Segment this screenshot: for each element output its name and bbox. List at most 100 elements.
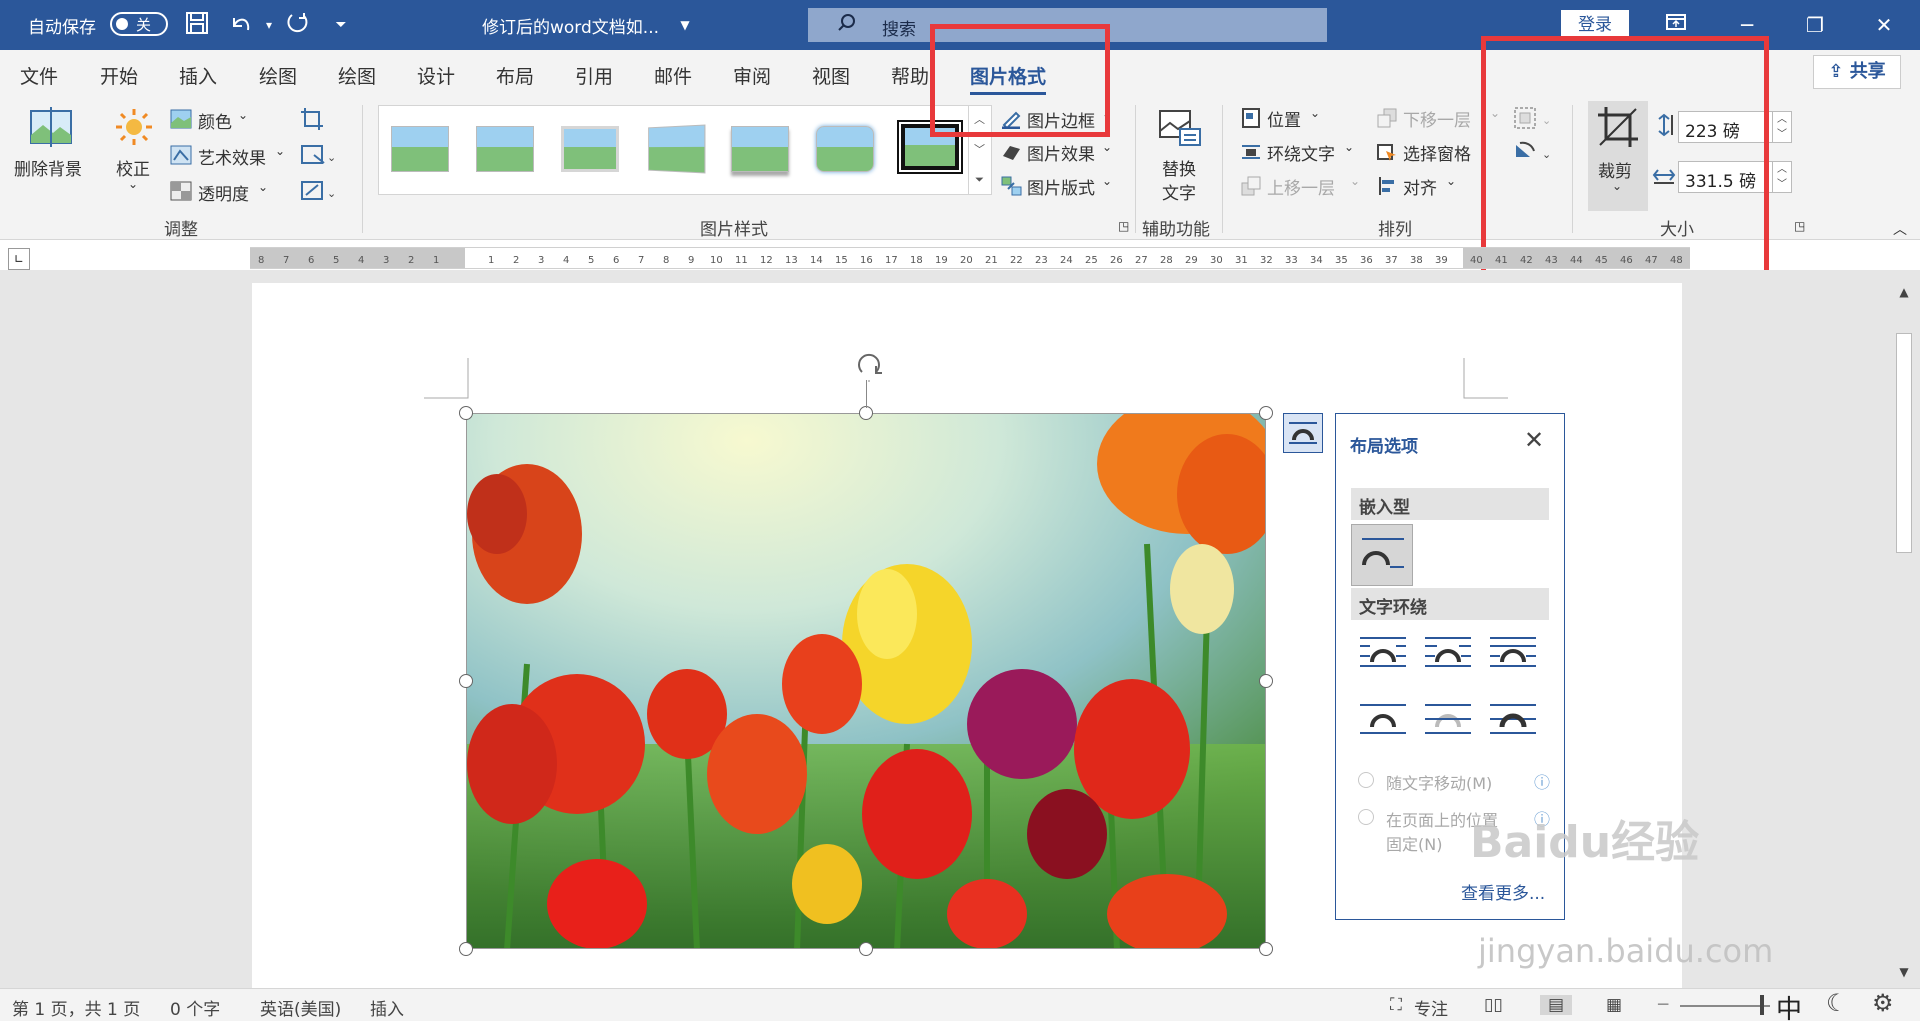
resize-handle-top-left[interactable] xyxy=(459,406,473,420)
gallery-down-icon[interactable]: ﹀ xyxy=(969,135,990,165)
remove-background-icon[interactable] xyxy=(28,105,74,151)
close-icon[interactable]: ✕ xyxy=(1524,426,1544,454)
autosave-toggle[interactable]: 关 xyxy=(110,12,168,36)
layout-dropdown-icon[interactable]: ⌄ xyxy=(1102,174,1112,188)
style-thumb-4[interactable] xyxy=(648,124,706,174)
collapse-ribbon-icon[interactable]: ︿ xyxy=(1893,219,1907,239)
tab-view[interactable]: 视图 xyxy=(812,62,850,89)
scroll-thumb[interactable] xyxy=(1896,333,1912,553)
style-thumb-2[interactable] xyxy=(476,126,534,172)
color-button[interactable]: 颜色 xyxy=(198,108,232,133)
corrections-dropdown-icon[interactable]: ⌄ xyxy=(128,177,138,191)
send-backward-button[interactable]: 下移一层 xyxy=(1403,106,1471,131)
resize-handle-bottom[interactable] xyxy=(859,942,873,956)
bring-forward-dropdown-icon[interactable]: ⌄ xyxy=(1350,174,1360,188)
scroll-up-icon[interactable]: ▲ xyxy=(1896,285,1912,305)
focus-label[interactable]: 专注 xyxy=(1414,995,1448,1020)
remove-background-label[interactable]: 删除背景 xyxy=(14,155,82,180)
customize-toolbar-icon[interactable]: ⏷ xyxy=(326,10,356,40)
fix-position-radio[interactable] xyxy=(1358,809,1374,825)
undo-icon[interactable] xyxy=(226,10,256,40)
read-mode-icon[interactable]: ▯▯ xyxy=(1484,995,1503,1015)
artistic-dropdown-icon[interactable]: ⌄ xyxy=(275,144,285,158)
color-dropdown-icon[interactable]: ⌄ xyxy=(238,108,248,122)
layout-options-icon[interactable] xyxy=(1283,413,1323,453)
wrap-through-option[interactable] xyxy=(1488,634,1538,674)
rotate-handle-icon[interactable] xyxy=(852,348,886,408)
wrap-top-bottom-option[interactable] xyxy=(1358,699,1408,739)
corrections-icon[interactable] xyxy=(114,107,154,147)
focus-icon[interactable]: ⛶ xyxy=(1390,995,1402,1015)
tab-layout[interactable]: 布局 xyxy=(496,62,534,89)
horizontal-ruler[interactable]: 87654321 123456789 10 11 12 13 14 15 16 17 18 19 2… xyxy=(250,247,1690,269)
style-thumb-3[interactable] xyxy=(561,126,619,172)
wrap-text-button[interactable]: 环绕文字 xyxy=(1267,140,1335,165)
print-layout-icon[interactable]: ▤ xyxy=(1540,995,1573,1015)
align-button[interactable]: 对齐 xyxy=(1403,174,1437,199)
wrap-inline-option[interactable] xyxy=(1351,524,1413,586)
position-button[interactable]: 位置 xyxy=(1267,106,1301,131)
transparency-dropdown-icon[interactable]: ⌄ xyxy=(258,180,268,194)
alt-text-label-2[interactable]: 文字 xyxy=(1162,179,1196,204)
tab-insert[interactable]: 插入 xyxy=(179,62,217,89)
reset-picture-icon[interactable]: ⌄ xyxy=(300,179,336,203)
resize-handle-right[interactable] xyxy=(1259,674,1273,688)
wrap-behind-text-option[interactable] xyxy=(1423,699,1473,739)
picture-effects-button[interactable]: 图片效果 xyxy=(1027,140,1095,165)
tab-review[interactable]: 审阅 xyxy=(733,62,771,89)
tab-design[interactable]: 设计 xyxy=(417,62,455,89)
close-icon[interactable]: ✕ xyxy=(1864,10,1904,40)
wrap-square-option[interactable] xyxy=(1358,634,1408,674)
word-count[interactable]: 0 个字 xyxy=(170,995,220,1020)
wrap-tight-option[interactable] xyxy=(1423,634,1473,674)
language[interactable]: 英语(美国) xyxy=(260,995,341,1020)
tab-references[interactable]: 引用 xyxy=(575,62,613,89)
zoom-slider[interactable] xyxy=(1680,1005,1770,1007)
vertical-scrollbar[interactable]: ▲ ▼ xyxy=(1893,283,1915,988)
wrap-dropdown-icon[interactable]: ⌄ xyxy=(1344,140,1354,154)
zoom-slider-thumb[interactable] xyxy=(1760,995,1764,1015)
tab-selector-icon[interactable]: ∟ xyxy=(8,248,30,270)
align-dropdown-icon[interactable]: ⌄ xyxy=(1446,174,1456,188)
resize-handle-bottom-left[interactable] xyxy=(459,942,473,956)
title-dropdown-icon[interactable]: ▼ xyxy=(670,10,700,40)
position-dropdown-icon[interactable]: ⌄ xyxy=(1310,106,1320,120)
transparency-button[interactable]: 透明度 xyxy=(198,180,249,205)
size-launcher-icon[interactable]: ◳ xyxy=(1794,219,1805,233)
style-thumb-5[interactable] xyxy=(731,126,789,172)
tab-mailings[interactable]: 邮件 xyxy=(654,62,692,89)
height-spinner[interactable]: ︿ ﹀ xyxy=(1772,111,1792,143)
insert-mode[interactable]: 插入 xyxy=(370,995,404,1020)
effects-dropdown-icon[interactable]: ⌄ xyxy=(1102,140,1112,154)
save-icon[interactable] xyxy=(182,10,212,40)
picture-layout-button[interactable]: 图片版式 xyxy=(1027,174,1095,199)
settings-gear-icon[interactable]: ⚙ xyxy=(1872,989,1894,1017)
move-with-text-radio[interactable] xyxy=(1358,772,1374,788)
zoom-out-icon[interactable]: ─ xyxy=(1658,995,1668,1015)
style-thumb-1[interactable] xyxy=(391,126,449,172)
tab-draw[interactable]: 绘图 xyxy=(259,62,297,89)
undo-dropdown-icon[interactable]: ▾ xyxy=(254,10,284,40)
tab-draw-2[interactable]: 绘图 xyxy=(338,62,376,89)
redo-icon[interactable] xyxy=(282,10,312,40)
resize-handle-left[interactable] xyxy=(459,674,473,688)
wrap-in-front-option[interactable] xyxy=(1488,699,1538,739)
artistic-effects-button[interactable]: 艺术效果 xyxy=(198,144,266,169)
resize-handle-top[interactable] xyxy=(859,406,873,420)
tab-help[interactable]: 帮助 xyxy=(891,62,929,89)
selection-pane-button[interactable]: 选择窗格 xyxy=(1403,140,1471,165)
see-more-link[interactable]: 查看更多... xyxy=(1461,879,1545,904)
bring-forward-button[interactable]: 上移一层 xyxy=(1267,174,1335,199)
info-icon[interactable]: ⓘ xyxy=(1534,769,1550,793)
tab-file[interactable]: 文件 xyxy=(20,62,58,89)
resize-handle-bottom-right[interactable] xyxy=(1259,942,1273,956)
change-picture-icon[interactable]: ⌄ xyxy=(300,143,336,167)
tulip-picture[interactable] xyxy=(466,413,1266,949)
alt-text-icon[interactable] xyxy=(1158,109,1202,147)
gallery-more-icon[interactable]: ⏷ xyxy=(969,165,990,195)
styles-launcher-icon[interactable]: ◳ xyxy=(1118,219,1129,233)
web-layout-icon[interactable]: ▦ xyxy=(1606,995,1622,1015)
alt-text-label-1[interactable]: 替换 xyxy=(1162,155,1196,180)
share-button[interactable]: ⇪ 共享 xyxy=(1813,55,1901,89)
restore-icon[interactable]: ❐ xyxy=(1795,10,1835,40)
